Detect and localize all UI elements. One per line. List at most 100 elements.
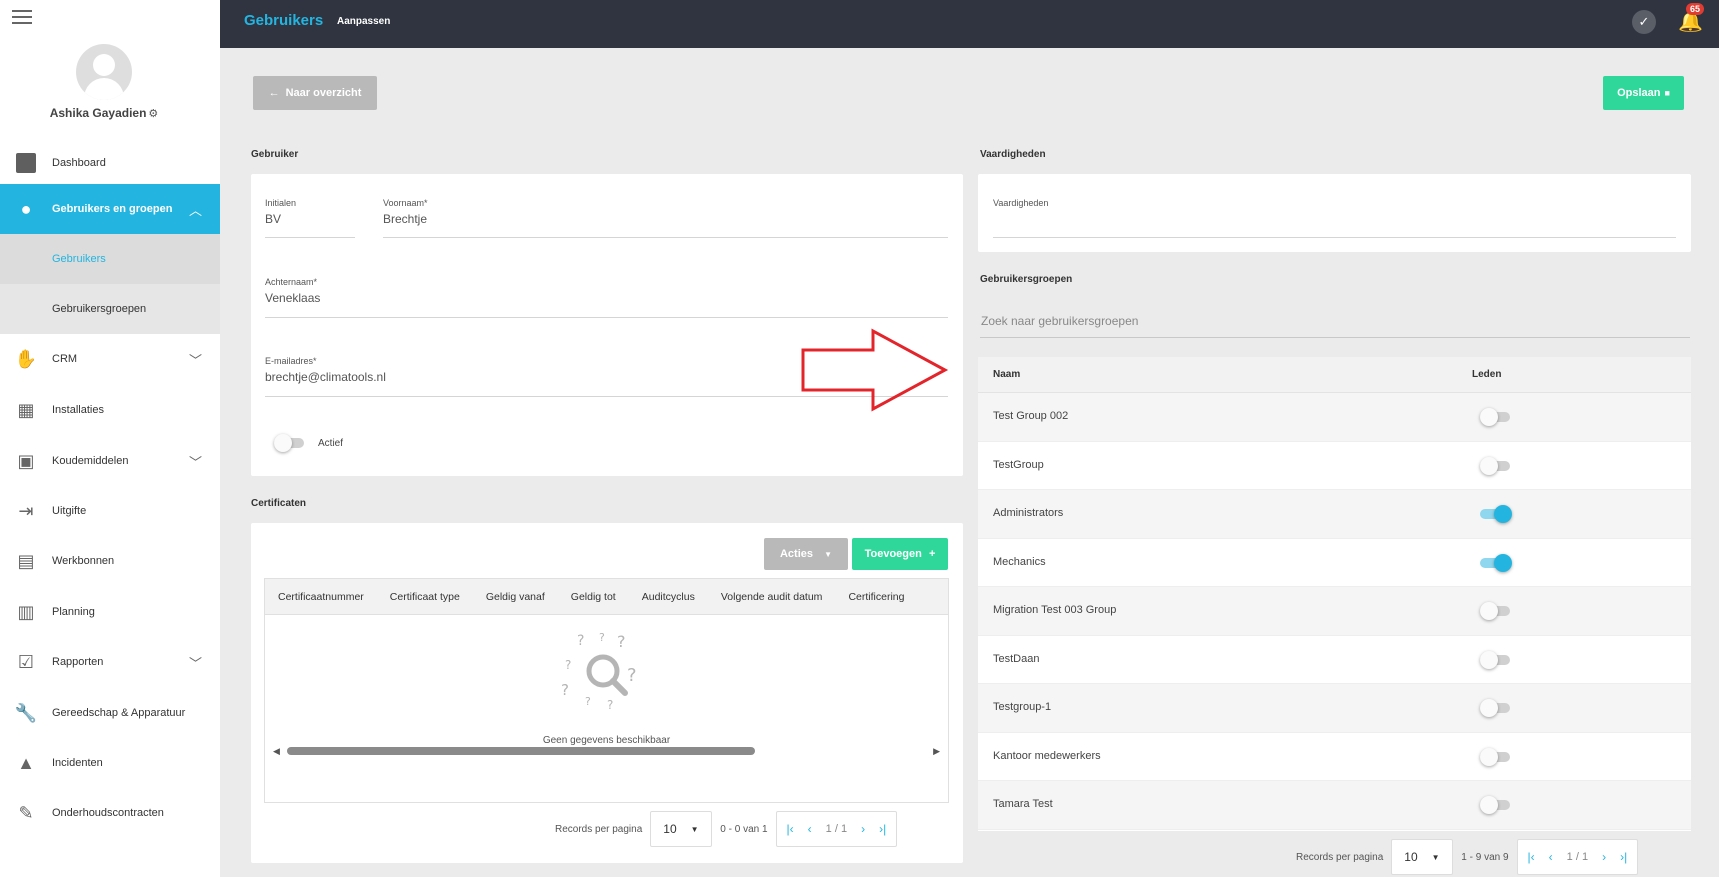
column-header[interactable]: Auditcyclus <box>629 591 708 603</box>
table-row: Migration Test 003 Group <box>978 587 1691 636</box>
sidebar-item-uitgifte[interactable]: ⇥ Uitgifte <box>0 486 220 536</box>
active-toggle-row: Actief <box>274 434 343 452</box>
sidebar-item-crm[interactable]: ✋ CRM ﹀ <box>0 334 220 384</box>
svg-text:?: ? <box>585 695 591 708</box>
back-to-overview-button[interactable]: ← Naar overzicht <box>253 76 377 110</box>
member-toggle[interactable] <box>1480 553 1512 572</box>
sidebar-subitem-gebruikers[interactable]: Gebruikers <box>0 234 220 284</box>
chevron-down-icon: ﹀ <box>188 353 202 368</box>
sidebar-item-werkbonnen[interactable]: ▤ Werkbonnen <box>0 536 220 586</box>
firstname-field[interactable]: Voornaam* Brechtje <box>383 198 948 238</box>
sidebar: Ashika Gayadien ⚙ Dashboard ● Gebruikers … <box>0 0 220 877</box>
svg-text:?: ? <box>617 632 626 651</box>
page-navigation: |‹ ‹ 1 / 1 › ›| <box>775 811 898 847</box>
table-row: Test Group 002 <box>978 393 1691 442</box>
sidebar-item-gebruikers-en-groepen[interactable]: ● Gebruikers en groepen ︿ <box>0 184 220 234</box>
table-row: TestDaan <box>978 636 1691 684</box>
section-vaardigheden-label: Vaardigheden <box>980 149 1046 160</box>
table-row: Administrators <box>978 490 1691 539</box>
first-page-icon[interactable]: |‹ <box>787 822 794 836</box>
column-header[interactable]: Certificaatnummer <box>265 591 377 603</box>
save-button[interactable]: Opslaan ■ <box>1603 76 1684 110</box>
table-row: Testgroup-1 <box>978 684 1691 733</box>
column-header[interactable]: Geldig tot <box>558 591 629 603</box>
scroll-left-icon[interactable]: ◀ <box>273 746 280 757</box>
member-toggle[interactable] <box>1480 796 1510 814</box>
chevron-up-icon: ︿ <box>188 203 202 218</box>
member-toggle[interactable] <box>1480 699 1510 717</box>
member-toggle[interactable] <box>1480 650 1510 669</box>
next-page-icon[interactable]: › <box>1602 850 1606 864</box>
column-header[interactable]: Certificaat type <box>377 591 473 603</box>
table-row: TestGroup <box>978 442 1691 490</box>
sidebar-item-incidenten[interactable]: ▲ Incidenten <box>0 738 220 788</box>
plus-icon: + <box>928 548 936 560</box>
skills-field[interactable]: Vaardigheden <box>993 198 1676 238</box>
column-header[interactable]: Volgende audit datum <box>708 591 836 603</box>
caret-down-icon: ▼ <box>690 824 699 834</box>
caret-down-icon: ▼ <box>1431 852 1440 862</box>
annotation-arrow <box>801 328 949 412</box>
member-toggle[interactable] <box>1480 747 1510 766</box>
wrench-icon: 🔧 <box>14 702 38 723</box>
certificates-pagination: Records per pagina 10 ▼ 0 - 0 van 1 |‹ ‹… <box>555 811 898 847</box>
check-icon[interactable]: ✓ <box>1632 10 1656 34</box>
lastname-field[interactable]: Achternaam* Veneklaas <box>265 277 948 318</box>
hamburger-menu-icon[interactable] <box>12 10 32 26</box>
breadcrumb: Aanpassen <box>337 16 391 27</box>
prev-page-icon[interactable]: ‹ <box>1549 850 1553 864</box>
groups-table-body: Test Group 002 TestGroup Administrators … <box>978 393 1691 830</box>
sidebar-item-dashboard[interactable]: Dashboard <box>0 138 220 188</box>
member-toggle[interactable] <box>1480 456 1510 475</box>
top-bar: Gebruikers Aanpassen ✓ 🔔 65 <box>220 0 1719 48</box>
group-search-input[interactable]: Zoek naar gebruikersgroepen <box>980 308 1690 338</box>
member-toggle[interactable] <box>1480 602 1510 620</box>
arrow-left-icon: ← <box>268 87 280 99</box>
last-page-icon[interactable]: ›| <box>1620 850 1627 864</box>
user-name[interactable]: Ashika Gayadien ⚙ <box>0 106 208 120</box>
next-page-icon[interactable]: › <box>861 822 865 836</box>
table-header: Naam Leden <box>978 357 1691 393</box>
sidebar-item-gereedschap[interactable]: 🔧 Gereedschap & Apparatuur <box>0 688 220 738</box>
member-toggle[interactable] <box>1480 408 1510 426</box>
dashboard-icon <box>0 153 52 173</box>
scroll-right-icon[interactable]: ▶ <box>933 746 940 757</box>
contract-icon: ✎ <box>18 802 34 823</box>
avatar[interactable] <box>76 44 132 100</box>
sidebar-item-rapporten[interactable]: ☑ Rapporten ﹀ <box>0 637 220 687</box>
warning-icon: ▲ <box>17 752 35 773</box>
last-page-icon[interactable]: ›| <box>879 822 886 836</box>
active-toggle[interactable] <box>274 434 304 452</box>
sidebar-subitem-gebruikersgroepen[interactable]: Gebruikersgroepen <box>0 284 220 334</box>
records-per-page-select[interactable]: 10 ▼ <box>650 811 713 847</box>
horizontal-scrollbar[interactable]: ◀ ▶ <box>273 745 940 757</box>
sidebar-item-planning[interactable]: ▥ Planning <box>0 587 220 637</box>
scrollbar-thumb[interactable] <box>287 747 755 755</box>
first-page-icon[interactable]: |‹ <box>1528 850 1535 864</box>
svg-text:?: ? <box>577 633 584 649</box>
actions-dropdown-button[interactable]: Acties ▼ <box>764 538 848 570</box>
table-row: Kantoor medewerkers <box>978 733 1691 781</box>
table-row: Tamara Test <box>978 781 1691 830</box>
groups-table: Naam Leden Test Group 002 TestGroup Admi… <box>978 357 1691 831</box>
sidebar-item-installaties[interactable]: ▦ Installaties <box>0 385 220 435</box>
sidebar-item-koudemiddelen[interactable]: ▣ Koudemiddelen ﹀ <box>0 436 220 486</box>
table-row: Mechanics <box>978 539 1691 587</box>
column-header[interactable]: Certificering <box>835 591 917 603</box>
prev-page-icon[interactable]: ‹ <box>808 822 812 836</box>
caret-down-icon: ▼ <box>824 550 832 559</box>
certificates-table: Certificaatnummer Certificaat type Geldi… <box>264 578 949 803</box>
sidebar-item-onderhoudscontracten[interactable]: ✎ Onderhoudscontracten <box>0 788 220 838</box>
no-data-magnifier-icon: ? ? ? ? ? ? ? ? <box>561 631 637 711</box>
gear-icon[interactable]: ⚙ <box>148 108 158 120</box>
workorder-icon: ▤ <box>17 550 35 571</box>
svg-text:?: ? <box>627 665 637 686</box>
column-header[interactable]: Geldig vanaf <box>473 591 558 603</box>
svg-text:?: ? <box>565 658 571 672</box>
member-toggle[interactable] <box>1480 505 1512 523</box>
records-per-page-select[interactable]: 10 ▼ <box>1391 839 1454 875</box>
initials-field[interactable]: Initialen BV <box>265 198 355 238</box>
page-title: Gebruikers <box>244 12 324 29</box>
add-certificate-button[interactable]: Toevoegen + <box>852 538 948 570</box>
section-certificaten-label: Certificaten <box>251 498 307 509</box>
